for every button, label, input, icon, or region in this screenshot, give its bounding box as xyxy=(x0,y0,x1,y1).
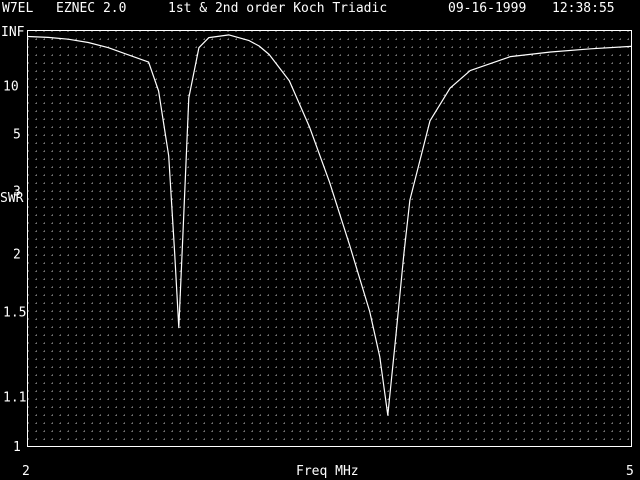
y-tick-label: 1.1 xyxy=(3,391,26,406)
x-tick-max: 5 xyxy=(626,464,634,479)
chart-grid xyxy=(28,31,631,446)
swr-chart: INF105321.51.11 SWR 2 5 Freq MHz xyxy=(0,25,634,479)
y-tick-label: 1 xyxy=(13,440,21,455)
y-axis-label: SWR xyxy=(0,191,24,206)
x-tick-min: 2 xyxy=(22,464,30,479)
y-tick-label: 1.5 xyxy=(3,305,26,320)
y-tick-labels: INF105321.51.11 xyxy=(1,25,26,455)
y-tick-label: INF xyxy=(1,25,25,40)
y-tick-label: 5 xyxy=(13,128,21,143)
y-tick-label: 2 xyxy=(13,248,21,263)
swr-series-line xyxy=(27,34,632,416)
series-layer xyxy=(27,34,632,416)
y-tick-label: 10 xyxy=(3,79,19,94)
x-axis-label: Freq MHz xyxy=(296,464,359,479)
